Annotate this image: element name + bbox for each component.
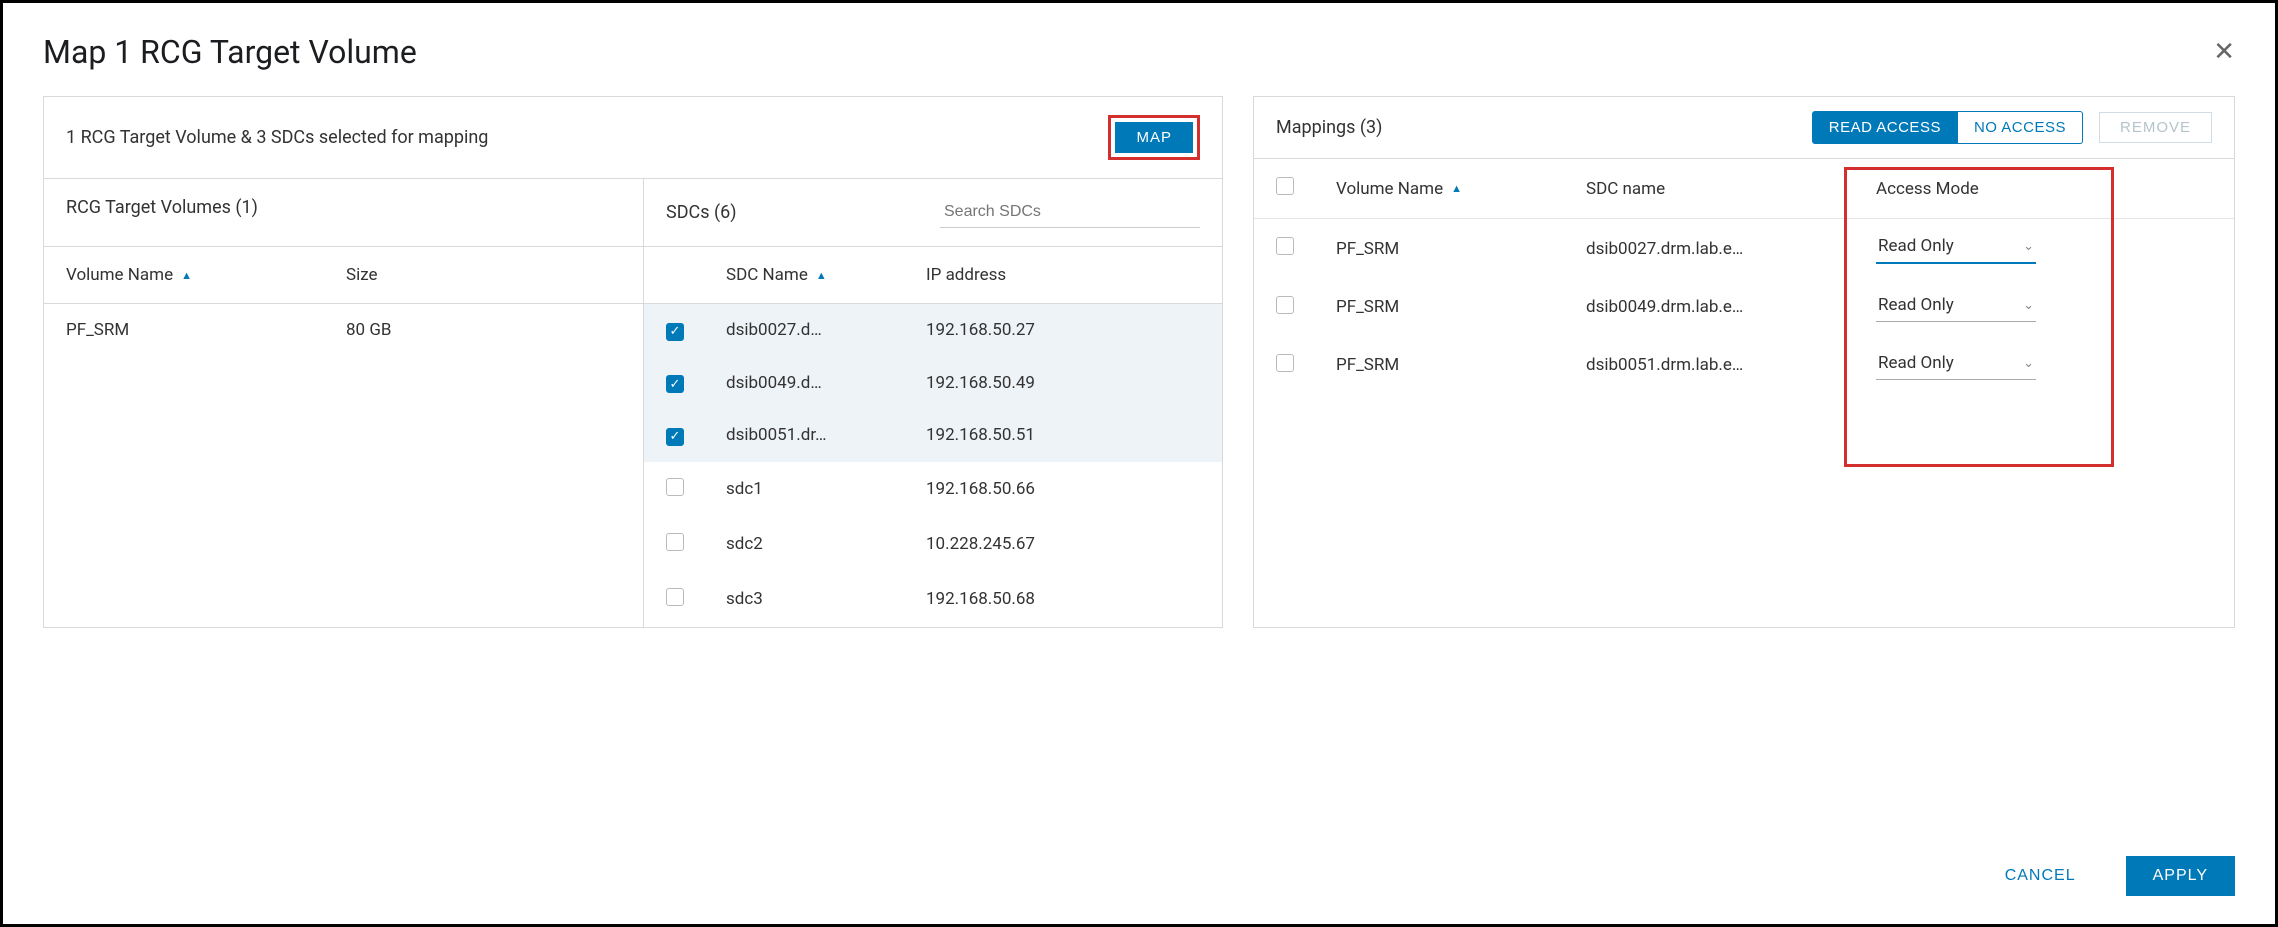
- sdc-checkbox[interactable]: ✓: [666, 375, 684, 393]
- mapping-row: PF_SRM dsib0027.drm.lab.e… Read Only ⌄: [1254, 219, 2234, 278]
- sdc-ip-cell: 192.168.50.66: [926, 479, 1200, 499]
- sort-asc-icon: ▲: [181, 269, 192, 282]
- cancel-button[interactable]: CANCEL: [1979, 857, 2102, 895]
- mapping-row: PF_SRM dsib0051.drm.lab.e… Read Only ⌄: [1254, 336, 2234, 394]
- chevron-down-icon: ⌄: [2023, 298, 2034, 313]
- selection-summary-text: 1 RCG Target Volume & 3 SDCs selected fo…: [66, 127, 488, 148]
- sdcs-count-text: SDCs (6): [666, 202, 737, 223]
- sdc-ip-cell: 192.168.50.68: [926, 589, 1200, 609]
- sdc-ip-cell: 192.168.50.27: [926, 320, 1200, 340]
- sdc-checkbox[interactable]: [666, 588, 684, 606]
- selection-subheader: RCG Target Volumes (1) SDCs (6): [44, 179, 1222, 247]
- apply-button[interactable]: APPLY: [2126, 856, 2235, 896]
- sdc-checkbox[interactable]: ✓: [666, 323, 684, 341]
- th-sdc-name[interactable]: SDC Name ▲: [726, 265, 926, 285]
- map-button-highlight: MAP: [1108, 115, 1200, 160]
- sdc-name-cell: dsib0049.d…: [726, 373, 926, 393]
- access-mode-select[interactable]: Read Only ⌄: [1876, 233, 2036, 264]
- sdc-row[interactable]: ✓ dsib0049.d… 192.168.50.49: [644, 357, 1222, 410]
- access-toggle-group: READ ACCESS NO ACCESS: [1812, 111, 2083, 144]
- volumes-count-header: RCG Target Volumes (1): [44, 179, 644, 246]
- modal-footer: CANCEL APPLY: [1979, 856, 2235, 896]
- sdc-name-cell: dsib0027.d…: [726, 320, 926, 340]
- mapping-volume-cell: PF_SRM: [1336, 297, 1586, 317]
- sdc-ip-cell: 192.168.50.49: [926, 373, 1200, 393]
- mapping-sdc-cell: dsib0049.drm.lab.e…: [1586, 297, 1876, 317]
- th-access-mode[interactable]: Access Mode: [1876, 179, 2212, 199]
- mappings-table-header: Volume Name ▲ SDC name Access Mode: [1254, 159, 2234, 219]
- chevron-down-icon: ⌄: [2023, 239, 2034, 254]
- select-all-checkbox[interactable]: [1276, 177, 1294, 195]
- mapping-checkbox[interactable]: [1276, 354, 1294, 372]
- sort-asc-icon: ▲: [1451, 182, 1462, 195]
- volume-size-cell: 80 GB: [346, 320, 621, 340]
- sdcs-table-header: SDC Name ▲ IP address: [644, 247, 1222, 304]
- modal-title: Map 1 RCG Target Volume: [43, 33, 417, 71]
- mapping-checkbox[interactable]: [1276, 237, 1294, 255]
- mappings-title: Mappings (3): [1276, 117, 1382, 138]
- th-volume-name[interactable]: Volume Name ▲: [66, 265, 346, 285]
- volume-name-cell: PF_SRM: [66, 320, 346, 340]
- selection-panel: 1 RCG Target Volume & 3 SDCs selected fo…: [43, 96, 1223, 628]
- sdc-name-cell: dsib0051.dr…: [726, 425, 926, 445]
- chevron-down-icon: ⌄: [2023, 356, 2034, 371]
- mapping-sdc-cell: dsib0051.drm.lab.e…: [1586, 355, 1876, 375]
- close-icon[interactable]: ✕: [2213, 37, 2235, 67]
- mapping-checkbox[interactable]: [1276, 296, 1294, 314]
- search-sdcs-input[interactable]: [940, 197, 1200, 228]
- access-mode-select[interactable]: Read Only ⌄: [1876, 292, 2036, 322]
- read-access-button[interactable]: READ ACCESS: [1812, 111, 1958, 144]
- selection-columns: Volume Name ▲ Size PF_SRM 80 GB SDC: [44, 247, 1222, 627]
- mappings-header: Mappings (3) READ ACCESS NO ACCESS REMOV…: [1254, 97, 2234, 159]
- sdc-row[interactable]: ✓ dsib0027.d… 192.168.50.27: [644, 304, 1222, 357]
- sdc-checkbox[interactable]: [666, 533, 684, 551]
- th-ip-address[interactable]: IP address: [926, 265, 1200, 285]
- th-mapping-volume[interactable]: Volume Name ▲: [1336, 179, 1586, 199]
- sdc-row[interactable]: ✓ dsib0051.dr… 192.168.50.51: [644, 409, 1222, 462]
- volume-row[interactable]: PF_SRM 80 GB: [44, 304, 643, 356]
- access-mode-select[interactable]: Read Only ⌄: [1876, 350, 2036, 380]
- volumes-column: Volume Name ▲ Size PF_SRM 80 GB: [44, 247, 644, 627]
- sdc-checkbox[interactable]: [666, 478, 684, 496]
- mapping-sdc-cell: dsib0027.drm.lab.e…: [1586, 239, 1876, 259]
- sdc-checkbox[interactable]: ✓: [666, 428, 684, 446]
- th-size[interactable]: Size: [346, 265, 621, 285]
- sdc-row[interactable]: sdc3 192.168.50.68: [644, 572, 1222, 627]
- map-volume-modal: Map 1 RCG Target Volume ✕ 1 RCG Target V…: [0, 0, 2278, 927]
- no-access-button[interactable]: NO ACCESS: [1958, 111, 2083, 144]
- mapping-volume-cell: PF_SRM: [1336, 239, 1586, 259]
- sdcs-column: SDC Name ▲ IP address ✓ dsib0027.d… 192.…: [644, 247, 1222, 627]
- sort-asc-icon: ▲: [816, 269, 827, 282]
- sdc-ip-cell: 192.168.50.51: [926, 425, 1200, 445]
- selection-summary-bar: 1 RCG Target Volume & 3 SDCs selected fo…: [44, 97, 1222, 179]
- panels-container: 1 RCG Target Volume & 3 SDCs selected fo…: [43, 96, 2235, 628]
- remove-button[interactable]: REMOVE: [2099, 112, 2212, 143]
- sdc-name-cell: sdc2: [726, 534, 926, 554]
- volumes-table-header: Volume Name ▲ Size: [44, 247, 643, 304]
- mapping-row: PF_SRM dsib0049.drm.lab.e… Read Only ⌄: [1254, 278, 2234, 336]
- mappings-panel: Mappings (3) READ ACCESS NO ACCESS REMOV…: [1253, 96, 2235, 628]
- sdc-ip-cell: 10.228.245.67: [926, 534, 1200, 554]
- sdc-name-cell: sdc1: [726, 479, 926, 499]
- sdcs-count-header: SDCs (6): [644, 179, 1222, 246]
- mapping-volume-cell: PF_SRM: [1336, 355, 1586, 375]
- sdc-name-cell: sdc3: [726, 589, 926, 609]
- map-button[interactable]: MAP: [1115, 122, 1193, 153]
- sdc-row[interactable]: sdc2 10.228.245.67: [644, 517, 1222, 572]
- modal-header: Map 1 RCG Target Volume ✕: [43, 33, 2235, 71]
- sdc-row[interactable]: sdc1 192.168.50.66: [644, 462, 1222, 517]
- th-mapping-sdc[interactable]: SDC name: [1586, 179, 1876, 199]
